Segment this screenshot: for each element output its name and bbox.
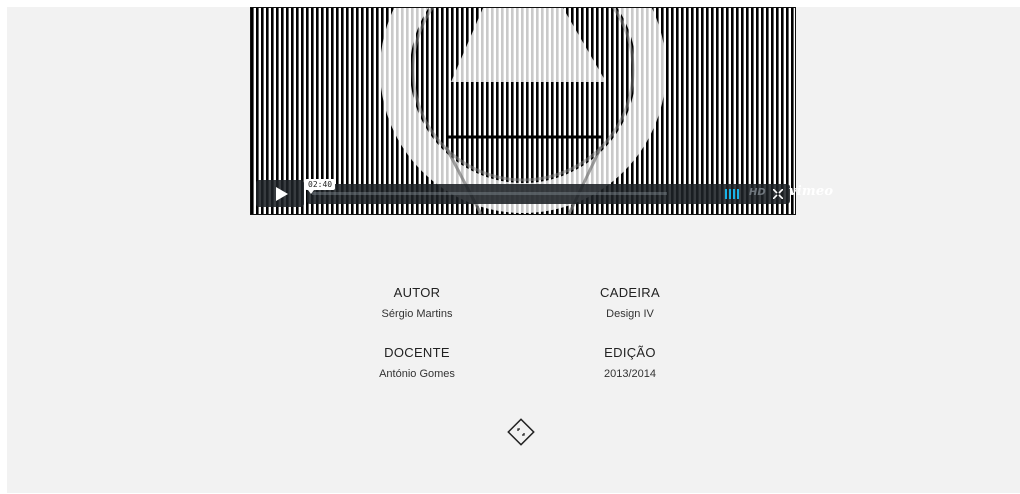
- autor-label: AUTOR: [393, 285, 441, 300]
- control-bar: HD vimeo: [307, 184, 833, 204]
- play-icon: [276, 187, 288, 201]
- edicao-value: 2013/2014: [604, 368, 656, 380]
- docente-value: António Gomes: [379, 368, 455, 380]
- time-tooltip: 02:40: [305, 179, 336, 194]
- edicao-block: EDIÇÃO 2013/2014: [570, 345, 690, 380]
- cadeira-block: CADEIRA Design IV: [570, 285, 690, 320]
- vimeo-logo[interactable]: vimeo: [789, 184, 833, 199]
- docente-label: DOCENTE: [384, 345, 450, 360]
- fullscreen-icon[interactable]: [773, 189, 783, 199]
- edicao-label: EDIÇÃO: [604, 345, 656, 360]
- diamond-expand-icon[interactable]: [507, 418, 535, 446]
- hd-button[interactable]: HD: [749, 187, 766, 198]
- cadeira-label: CADEIRA: [600, 285, 660, 300]
- volume-icon[interactable]: [725, 189, 743, 199]
- progress-bar[interactable]: [312, 192, 667, 195]
- docente-block: DOCENTE António Gomes: [357, 345, 477, 380]
- player-controls: HD vimeo: [256, 180, 833, 208]
- autor-block: AUTOR Sérgio Martins: [357, 285, 477, 320]
- cadeira-value: Design IV: [606, 308, 654, 320]
- autor-value: Sérgio Martins: [381, 308, 453, 320]
- play-button[interactable]: [256, 180, 304, 207]
